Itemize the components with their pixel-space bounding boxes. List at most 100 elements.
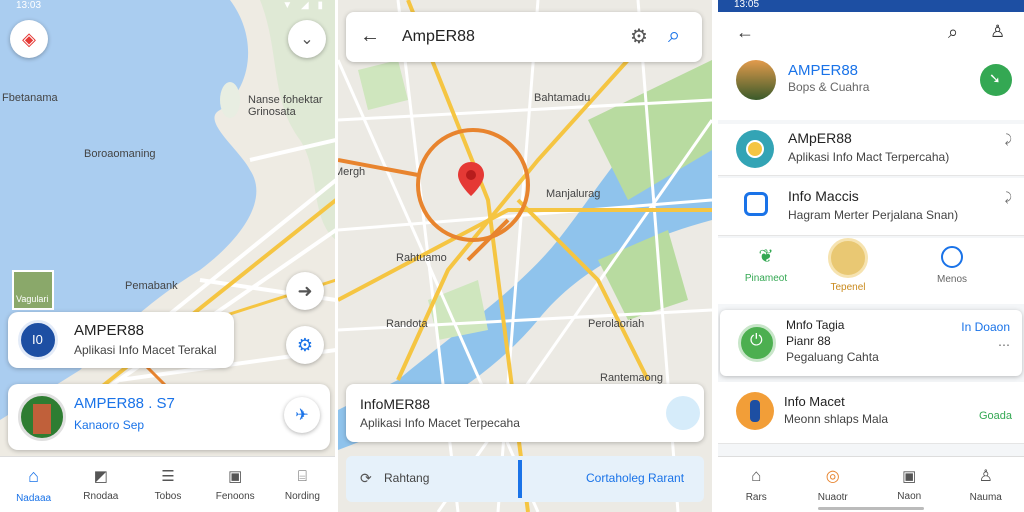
item-title: AMpER88	[788, 130, 852, 146]
chevron-down-icon: ⌄	[300, 31, 314, 48]
more-icon[interactable]: ⋯	[998, 338, 1010, 352]
card-subtitle: Aplikasi Info Macet Terpecaha	[360, 416, 520, 430]
search-icon[interactable]: ⌕	[668, 22, 680, 48]
status-bar: 13:03 ▼ ◢ ▮	[0, 0, 336, 14]
arrow-right-icon: ➜	[297, 280, 313, 301]
home-indicator	[818, 507, 924, 510]
map-label: Manjalurag	[546, 188, 601, 200]
item-status: Goada	[978, 410, 1012, 422]
user-icon[interactable]: ♙	[990, 22, 1005, 42]
route-action[interactable]: Cortaholeg Rarant	[586, 471, 684, 485]
item-icon	[736, 130, 774, 168]
nav-notes[interactable]: ▣ Fenoons	[202, 457, 269, 512]
search-icon[interactable]: ⌕	[948, 22, 958, 43]
menu-icon	[941, 246, 963, 268]
list-item[interactable]: AMpER88 Aplikasi Info Mact Terpercaha) ⤸	[718, 124, 1024, 176]
map-label: Randota	[386, 318, 428, 330]
header-area: ← ⌕ ♙ AMPER88 Bops & Cuahra ➘	[718, 12, 1024, 120]
user-icon: ♙	[978, 468, 993, 485]
nav-home[interactable]: ⌂ Rars	[718, 457, 795, 512]
bottom-nav: ⌂ Rars ◎ Nuaotr ▣ Naon ♙ Nauma	[718, 456, 1024, 512]
list-item[interactable]: Info Macet Meonn shlaps Mala Goada	[718, 382, 1024, 444]
action-label: Menos	[936, 274, 967, 285]
app-card-secondary[interactable]: AMPER88 . S7 Kanaoro Sep ✈	[8, 384, 330, 450]
settings-button[interactable]: ⚙	[286, 326, 324, 364]
back-arrow-icon[interactable]: ←	[736, 22, 754, 43]
action-button[interactable]: ➘	[980, 64, 1012, 96]
map-thumbnail[interactable]: Vagulari	[12, 270, 54, 310]
item-title: Info Macet	[784, 394, 845, 409]
left-map-screen: 13:03 ▼ ◢ ▮ Fbetanama Nanse fohektar Gri…	[0, 0, 336, 512]
place-photo	[18, 393, 66, 441]
home-icon: ⌂	[751, 466, 762, 485]
compass-button[interactable]: ⌄	[288, 20, 326, 58]
more-icon[interactable]: ⤸	[1005, 132, 1012, 147]
map-pin-icon[interactable]	[458, 162, 484, 196]
nav-profile[interactable]: ♙ Nauma	[948, 457, 1024, 512]
more-icon[interactable]: ⤸	[1005, 190, 1012, 205]
action-item[interactable]: Menos	[922, 246, 982, 285]
navigate-button[interactable]: ✈	[284, 397, 320, 433]
map-label: Rantemaong	[600, 372, 663, 384]
route-bar[interactable]: ⟳ Rahtang Cortaholeg Rarant	[346, 456, 704, 502]
nav-home[interactable]: ⌂ Nadaaa	[0, 457, 67, 512]
directions-button[interactable]: ➜	[286, 272, 324, 310]
item-subtitle: Hagram Merter Perjalana Snan)	[788, 208, 959, 222]
pin-icon: ◈	[22, 28, 36, 49]
gear-icon: ⚙	[296, 334, 314, 355]
power-icon: ⏻	[738, 324, 776, 362]
action-item[interactable]: ❦ Pinameot	[736, 246, 796, 284]
item-subtitle: Pegaluang Cahta	[786, 350, 879, 364]
nav-label: Nadaaa	[16, 492, 52, 504]
app-logo-icon: I0	[18, 320, 58, 360]
gear-icon[interactable]: ⚙	[630, 24, 648, 49]
home-icon: ⌂	[28, 465, 40, 486]
progress-divider	[518, 460, 522, 498]
card-subtitle: Aplikasi Info Macet Terakal	[74, 343, 217, 357]
item-subtitle: Meonn shlaps Mala	[784, 412, 889, 426]
action-item[interactable]: Tepenel	[818, 238, 878, 293]
badge-icon	[828, 238, 868, 278]
nav-list[interactable]: ☰ Tobos	[134, 457, 201, 512]
nav-reports[interactable]: ◩ Rnodaa	[67, 457, 134, 512]
nav-label: Tobos	[154, 491, 182, 502]
navigate-icon: ✈	[295, 407, 309, 424]
pin-icon	[736, 392, 774, 430]
nav-label: Rars	[745, 492, 767, 503]
map-label: Rahtuamo	[396, 252, 447, 264]
nav-notes[interactable]: ▣ Naon	[871, 457, 948, 512]
location-pin-button[interactable]: ◈	[10, 20, 48, 58]
search-bar[interactable]: ← AmpER88 ⚙ ⌕	[346, 12, 702, 62]
note-icon: ▣	[902, 468, 917, 485]
nav-label: Nauma	[969, 492, 1002, 503]
action-row: ❦ Pinameot Tepenel Menos	[718, 238, 1024, 304]
route-label: Rahtang	[384, 471, 430, 485]
app-info-card[interactable]: InfoMER88 Aplikasi Info Macet Terpecaha	[346, 384, 704, 442]
app-logo-icon	[736, 60, 776, 100]
status-bar: 13:05	[718, 0, 1024, 12]
nav-notifications[interactable]: ◎ Nuaotr	[795, 457, 872, 512]
list-item-card[interactable]: ⏻ Mnfo Tagia Pianr 88 Pegaluang Cahta In…	[720, 310, 1022, 376]
action-label: Tepenel	[830, 282, 866, 293]
status-time: 13:05	[734, 0, 760, 10]
note-icon: ▣	[228, 468, 243, 485]
list-item[interactable]: Info Maccis Hagram Merter Perjalana Snan…	[718, 178, 1024, 236]
right-app-screen: 13:05 ← ⌕ ♙ AMPER88 Bops & Cuahra ➘ AMpE…	[718, 0, 1024, 512]
item-line: Pianr 88	[786, 334, 831, 348]
map-label: Mergh	[338, 166, 366, 178]
nav-label: Nording	[284, 490, 320, 502]
back-arrow-icon[interactable]: ←	[360, 25, 380, 48]
leaf-icon: ❦	[758, 246, 774, 266]
middle-map-screen: Bahtamadu Mergh Manjalurag Rahtuamo Rand…	[338, 0, 712, 512]
map-label: Bahtamadu	[534, 92, 591, 104]
app-card-primary[interactable]: I0 AMPER88 Aplikasi Info Macet Terakal	[8, 312, 234, 368]
profile-icon: ⌸	[297, 467, 307, 485]
report-icon: ◩	[93, 468, 108, 485]
item-title: Info Maccis	[788, 188, 859, 204]
camera-icon	[744, 192, 768, 216]
map-label: Boroaomaning	[84, 148, 156, 160]
nav-label: Naon	[897, 491, 922, 502]
card-title: AMPER88 . S7	[74, 395, 175, 412]
nav-profile[interactable]: ⌸ Nording	[269, 457, 336, 512]
nav-label: Nuaotr	[817, 492, 848, 503]
